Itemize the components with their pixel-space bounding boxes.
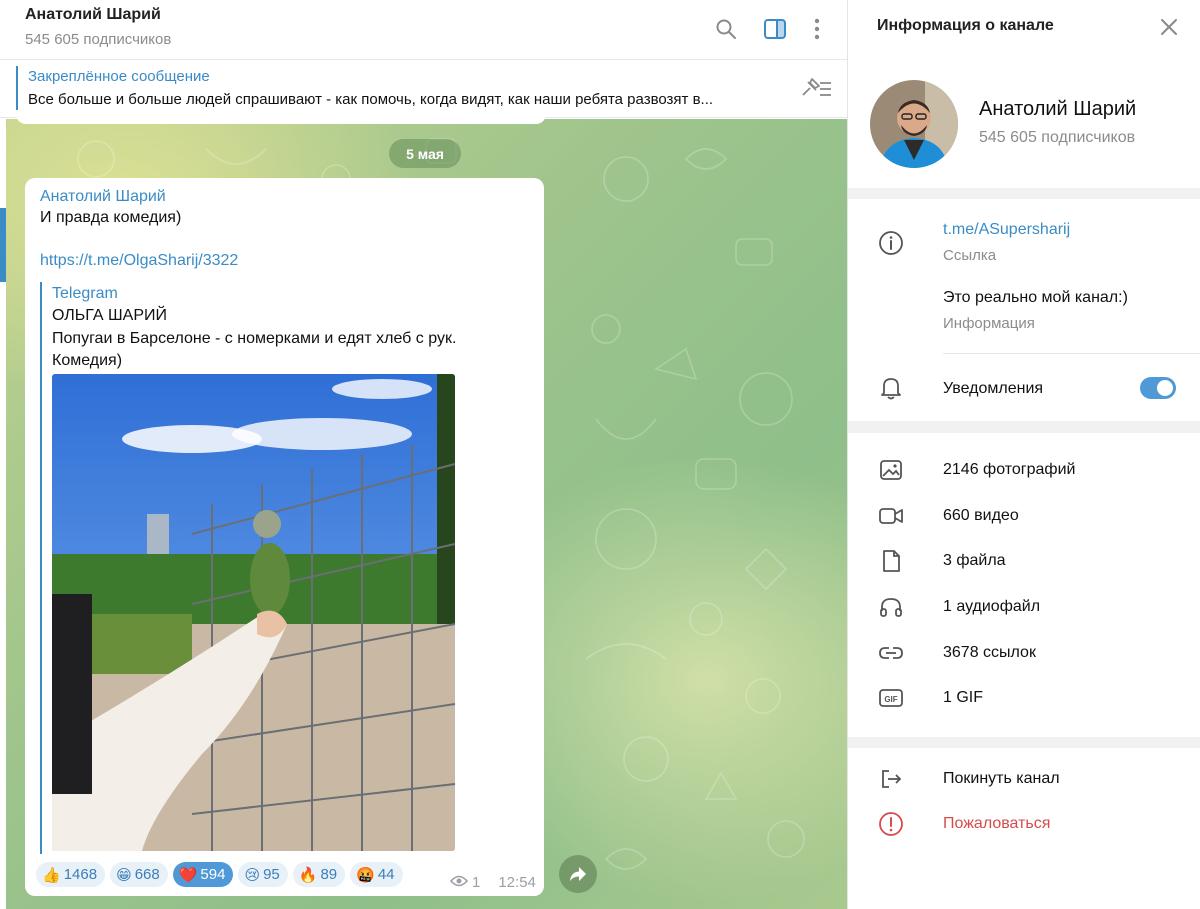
media-links[interactable]: 3678 ссылок bbox=[943, 644, 1036, 662]
preview-photo[interactable] bbox=[52, 374, 455, 851]
avatar[interactable] bbox=[870, 80, 958, 168]
notifications-label: Уведомления bbox=[943, 380, 1044, 397]
media-files[interactable]: 3 файла bbox=[943, 552, 1006, 570]
gif-icon: GIF bbox=[876, 683, 906, 713]
actions-section: Покинуть канал Пожаловаться bbox=[848, 748, 1200, 909]
chat-title[interactable]: Анатолий Шарий bbox=[25, 6, 161, 24]
reaction-angry[interactable]: 🤬 44 bbox=[350, 862, 403, 887]
grin-icon: 😁 bbox=[116, 866, 132, 884]
message-time: 12:54 bbox=[498, 874, 536, 891]
pinned-accent-bar bbox=[16, 66, 18, 112]
channel-subscribers: 545 605 подписчиков bbox=[979, 129, 1136, 146]
message-text: И правда комедия) bbox=[40, 209, 182, 226]
reaction-thumbs-up[interactable]: 👍 1468 bbox=[36, 862, 106, 887]
pinned-list-icon[interactable] bbox=[798, 76, 834, 102]
bell-icon bbox=[876, 373, 906, 403]
preview-site-name: Telegram bbox=[52, 285, 118, 302]
view-count: 1 bbox=[472, 874, 481, 891]
leave-icon bbox=[876, 764, 906, 794]
reaction-count: 89 bbox=[320, 866, 338, 883]
pinned-text: Все больше и больше людей спрашивают - к… bbox=[28, 91, 714, 108]
headphones-icon bbox=[876, 592, 906, 622]
reaction-count: 95 bbox=[263, 866, 280, 883]
report-button[interactable]: Пожаловаться bbox=[943, 815, 1050, 833]
file-icon bbox=[876, 546, 906, 576]
chat-subscribers: 545 605 подписчиков bbox=[25, 31, 172, 48]
close-icon[interactable] bbox=[1156, 14, 1182, 40]
channel-about-label: Информация bbox=[943, 315, 1035, 332]
sidebar-toggle-icon[interactable] bbox=[760, 14, 790, 44]
forward-button[interactable] bbox=[559, 855, 597, 893]
toggle-knob bbox=[1157, 380, 1173, 396]
reaction-count: 594 bbox=[200, 866, 226, 883]
panel-header-section: Информация о канале Анатолий Шарий 545 6… bbox=[848, 0, 1200, 188]
alert-icon bbox=[876, 809, 906, 839]
media-videos[interactable]: 660 видео bbox=[943, 507, 1019, 525]
channel-about: Это реально мой канал:) bbox=[943, 289, 1128, 306]
chat-column: Анатолий Шарий 545 605 подписчиков Закре… bbox=[0, 0, 847, 909]
reaction-count: 44 bbox=[377, 866, 395, 883]
search-icon[interactable] bbox=[711, 14, 741, 44]
preview-description: Попугаи в Барселоне - с номерками и едят… bbox=[52, 330, 457, 369]
notifications-toggle[interactable] bbox=[1140, 377, 1176, 399]
divider bbox=[943, 353, 1200, 354]
photo-icon bbox=[876, 455, 906, 485]
eye-icon bbox=[449, 874, 469, 891]
reaction-count: 668 bbox=[134, 866, 160, 883]
reaction-fire[interactable]: 🔥 89 bbox=[292, 862, 346, 887]
channel-link-label: Ссылка bbox=[943, 247, 997, 264]
panel-title: Информация о канале bbox=[877, 17, 1054, 34]
reaction-heart[interactable]: ❤️ 594 bbox=[172, 862, 234, 887]
more-vertical-icon[interactable] bbox=[802, 14, 832, 44]
svg-text:GIF: GIF bbox=[884, 695, 897, 704]
date-separator: 5 мая bbox=[389, 139, 461, 168]
message-author[interactable]: Анатолий Шарий bbox=[40, 188, 166, 206]
link-icon bbox=[876, 638, 906, 668]
heart-icon: ❤️ bbox=[178, 866, 198, 884]
pinned-title: Закреплённое сообщение bbox=[28, 68, 210, 85]
forward-icon bbox=[570, 867, 586, 881]
chat-header[interactable]: Анатолий Шарий 545 605 подписчиков bbox=[0, 0, 847, 60]
media-audio[interactable]: 1 аудиофайл bbox=[943, 598, 1040, 616]
thumbs-up-icon: 👍 bbox=[42, 866, 61, 884]
reaction-grin[interactable]: 😁 668 bbox=[110, 862, 168, 887]
video-icon bbox=[876, 501, 906, 531]
media-gifs[interactable]: 1 GIF bbox=[943, 689, 983, 707]
angry-icon: 🤬 bbox=[356, 866, 375, 884]
reaction-cry[interactable]: 😢 95 bbox=[238, 862, 288, 887]
reaction-count: 1468 bbox=[63, 866, 98, 883]
cry-icon: 😢 bbox=[244, 866, 261, 884]
fire-icon: 🔥 bbox=[298, 866, 318, 884]
reactions-bar: 👍 1468 😁 668 ❤️ 594 😢 95 🔥 89 🤬 44 bbox=[36, 862, 403, 888]
link-preview[interactable]: Telegram ОЛЬГА ШАРИЙ Попугаи в Барселоне… bbox=[40, 282, 530, 854]
media-photos[interactable]: 2146 фотографий bbox=[943, 461, 1075, 479]
message-meta: 1 12:54 bbox=[449, 874, 536, 891]
info-icon bbox=[876, 228, 906, 258]
previous-message-bubble bbox=[16, 110, 546, 124]
media-section: 2146 фотографий 660 видео 3 файла 1 ауди… bbox=[848, 433, 1200, 737]
leave-channel-button[interactable]: Покинуть канал bbox=[943, 770, 1060, 788]
channel-name: Анатолий Шарий bbox=[979, 98, 1137, 120]
preview-title: ОЛЬГА ШАРИЙ bbox=[52, 307, 167, 324]
channel-info-panel: Информация о канале Анатолий Шарий 545 6… bbox=[847, 0, 1200, 909]
message-link[interactable]: https://t.me/OlgaSharij/3322 bbox=[40, 252, 238, 270]
message-bubble[interactable]: Анатолий Шарий И правда комедия) https:/… bbox=[25, 178, 544, 896]
channel-link[interactable]: t.me/ASupersharij bbox=[943, 221, 1070, 239]
